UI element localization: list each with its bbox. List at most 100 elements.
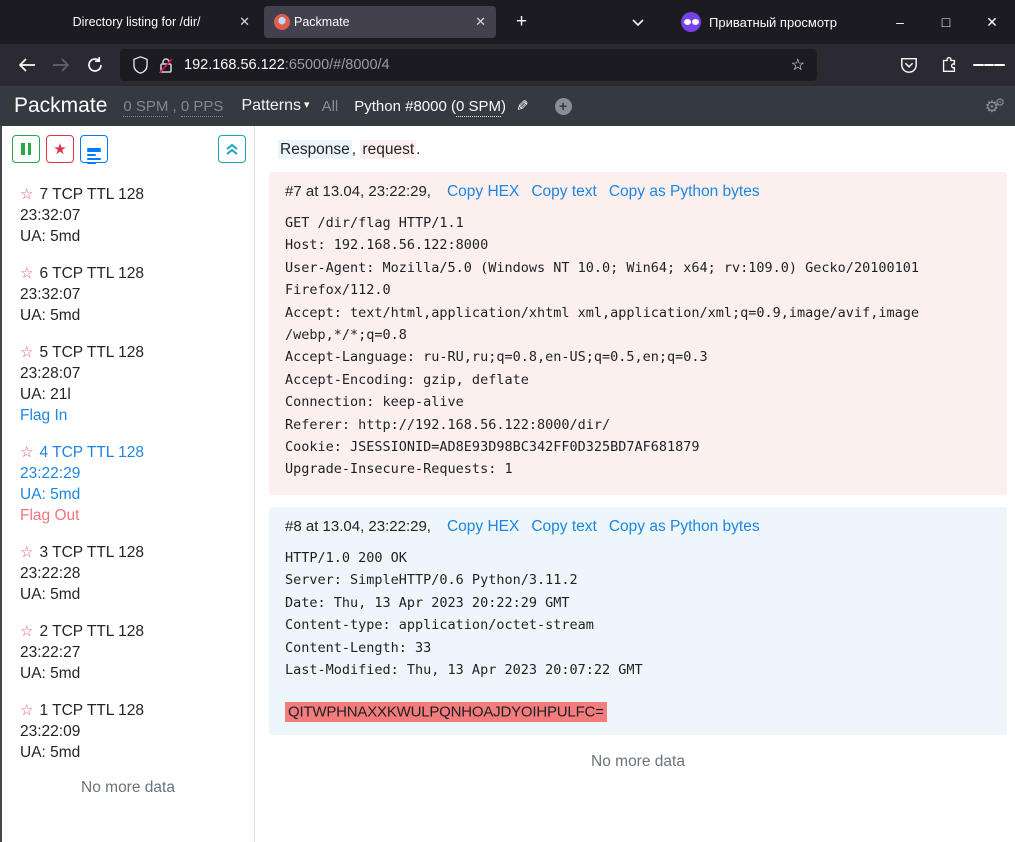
- new-tab-button[interactable]: +: [510, 11, 533, 33]
- list-all-tabs-chevron-icon[interactable]: [631, 18, 645, 27]
- copy-python-bytes-link[interactable]: Copy as Python bytes: [609, 183, 760, 200]
- edit-service-pencil-icon[interactable]: ✎: [516, 97, 529, 115]
- back-button[interactable]: [10, 49, 44, 81]
- legend-dot: .: [416, 141, 420, 158]
- pocket-icon[interactable]: [893, 49, 925, 81]
- private-browsing-badge: Приватный просмотр: [681, 12, 837, 32]
- url-path: :65000/#/8000/4: [285, 57, 390, 73]
- minimize-button[interactable]: –: [877, 14, 923, 30]
- packet-item-6[interactable]: ☆ 6 TCP TTL 128 23:32:07 UA: 5md: [20, 263, 248, 326]
- extensions-puzzle-icon[interactable]: [933, 49, 965, 81]
- packet-time: 23:32:07: [20, 284, 248, 305]
- packmate-navbar: Packmate 0 SPM , 0 PPS Patterns▾ All Pyt…: [0, 86, 1015, 126]
- favorite-star-icon[interactable]: ☆: [20, 702, 33, 719]
- url-text: 192.168.56.122:65000/#/8000/4: [184, 57, 390, 73]
- packet-item-5[interactable]: ☆5 TCP TTL 128 23:28:07 UA: 21l Flag In: [20, 342, 248, 426]
- packet-time: 23:22:27: [20, 642, 248, 663]
- app-brand[interactable]: Packmate: [14, 94, 107, 118]
- packet-time: 23:28:07: [20, 363, 248, 384]
- close-tab-icon[interactable]: ✕: [475, 14, 486, 30]
- packet-ua: UA: 5md: [20, 584, 248, 605]
- packet-title: 3 TCP TTL 128: [39, 544, 144, 561]
- caret-down-icon: ▾: [304, 99, 310, 111]
- list-view-button[interactable]: [80, 135, 108, 163]
- packet-ua: UA: 5md: [20, 305, 248, 326]
- packet-title: 6 TCP TTL 128: [39, 265, 144, 282]
- legend-response: Response: [278, 140, 352, 159]
- url-bar[interactable]: 192.168.56.122:65000/#/8000/4 ☆: [120, 49, 817, 81]
- browser-tab-bar: Directory listing for /dir/ ✕ Packmate ✕…: [0, 0, 1015, 44]
- maximize-button[interactable]: □: [923, 14, 969, 30]
- forward-button[interactable]: [44, 49, 78, 81]
- close-tab-icon[interactable]: ✕: [239, 14, 250, 30]
- legend-request: request: [360, 140, 416, 159]
- flag-out-link[interactable]: Flag Out: [20, 505, 248, 526]
- packet-block-header: #8 at 13.04, 23:22:29,Copy HEXCopy textC…: [285, 518, 991, 536]
- bookmark-star-icon[interactable]: ☆: [791, 55, 805, 75]
- insecure-lock-icon[interactable]: [158, 57, 174, 74]
- main-no-more-data: No more data: [269, 753, 1007, 771]
- shield-icon[interactable]: [132, 56, 149, 74]
- packet-block-header: #7 at 13.04, 23:22:29, Copy HEX Copy text C…: [285, 183, 991, 201]
- stats-separator: ,: [168, 98, 181, 115]
- packet-time: 23:22:28: [20, 563, 248, 584]
- scroll-to-top-button[interactable]: [218, 135, 246, 163]
- favorite-star-icon[interactable]: ☆: [20, 265, 33, 282]
- service-all-link[interactable]: All: [322, 98, 339, 115]
- tab-directory-listing[interactable]: Directory listing for /dir/ ✕: [28, 6, 260, 38]
- pps-stat: 0 PPS: [181, 98, 224, 117]
- patterns-dropdown[interactable]: Patterns▾: [241, 97, 309, 115]
- copy-python-bytes-link[interactable]: Copy as Python bytes: [609, 518, 760, 535]
- favorite-star-icon[interactable]: ☆: [20, 544, 33, 561]
- menu-hamburger-icon[interactable]: [973, 49, 1005, 81]
- packet-time: 23:32:07: [20, 205, 248, 226]
- packet-ua: UA: 5md: [20, 663, 248, 684]
- tab-packmate[interactable]: Packmate ✕: [264, 6, 496, 38]
- packet-item-1[interactable]: ☆1 TCP TTL 128 23:22:09 UA: 5md: [20, 700, 248, 763]
- settings-gears-icon[interactable]: ⚙⚙: [985, 96, 1001, 117]
- sidebar-controls: ★: [2, 135, 254, 163]
- flag-in-link[interactable]: Flag In: [20, 405, 248, 426]
- packet-sidebar: ★ ☆ 7 TCP TTL 128 23:32:07 UA: 5md ☆ 6 TCP…: [2, 126, 255, 842]
- favorite-star-icon[interactable]: ☆: [20, 344, 33, 361]
- packet-time: 23:22:09: [20, 721, 248, 742]
- packet-id-timestamp: #7 at 13.04, 23:22:29,: [285, 183, 431, 200]
- packet-title: 5 TCP TTL 128: [39, 344, 144, 361]
- copy-hex-link[interactable]: Copy HEX: [447, 183, 519, 200]
- add-service-button[interactable]: +: [555, 98, 572, 115]
- favorites-filter-button[interactable]: ★: [46, 135, 74, 163]
- packet-item-2[interactable]: ☆ 2 TCP TTL 128 23:22:27 UA: 5md: [20, 621, 248, 684]
- response-packet-block: #8 at 13.04, 23:22:29,Copy HEXCopy textC…: [269, 507, 1007, 735]
- direction-legend: Response, request.: [278, 141, 1007, 159]
- private-browsing-label: Приватный просмотр: [709, 15, 837, 30]
- packet-ua: UA: 5md: [20, 484, 248, 505]
- copy-hex-link[interactable]: Copy HEX: [447, 518, 519, 535]
- favorite-star-icon[interactable]: ☆: [20, 444, 33, 461]
- browser-toolbar: 192.168.56.122:65000/#/8000/4 ☆: [0, 44, 1015, 86]
- request-packet-block: #7 at 13.04, 23:22:29, Copy HEX Copy text C…: [269, 172, 1007, 495]
- firefox-window: Directory listing for /dir/ ✕ Packmate ✕…: [0, 0, 1015, 842]
- packet-title: 4 TCP TTL 128: [39, 444, 144, 461]
- packet-title: 2 TCP TTL 128: [39, 623, 144, 640]
- packet-title: 7 TCP TTL 128: [39, 186, 144, 203]
- tab-title: Directory listing for /dir/: [38, 15, 231, 29]
- close-window-button[interactable]: ✕: [969, 14, 1015, 31]
- favorite-star-icon[interactable]: ☆: [20, 186, 33, 203]
- packet-ua: UA: 5md: [20, 226, 248, 247]
- copy-text-link[interactable]: Copy text: [531, 183, 596, 200]
- reload-button[interactable]: [78, 49, 112, 81]
- sidebar-no-more-data: No more data: [2, 779, 254, 797]
- service-current[interactable]: Python #8000 (0 SPM): [354, 98, 506, 115]
- url-host: 192.168.56.122: [184, 57, 285, 73]
- packet-time: 23:22:29: [20, 463, 248, 484]
- pattern-match-highlight: QITWPHNAXXKWULPQNHOAJDYOIHPULFC=: [285, 702, 607, 722]
- service-spm: 0 SPM: [456, 98, 501, 117]
- packet-item-3[interactable]: ☆ 3 TCP TTL 128 23:22:28 UA: 5md: [20, 542, 248, 605]
- private-mask-icon: [681, 12, 701, 32]
- packet-item-4-selected[interactable]: ☆ 4 TCP TTL 128 23:22:29 UA: 5md Flag Out: [20, 442, 248, 526]
- service-suffix: ): [501, 98, 506, 115]
- packet-item-7[interactable]: ☆ 7 TCP TTL 128 23:32:07 UA: 5md: [20, 184, 248, 247]
- favorite-star-icon[interactable]: ☆: [20, 623, 33, 640]
- pause-capture-button[interactable]: [12, 135, 40, 163]
- copy-text-link[interactable]: Copy text: [531, 518, 596, 535]
